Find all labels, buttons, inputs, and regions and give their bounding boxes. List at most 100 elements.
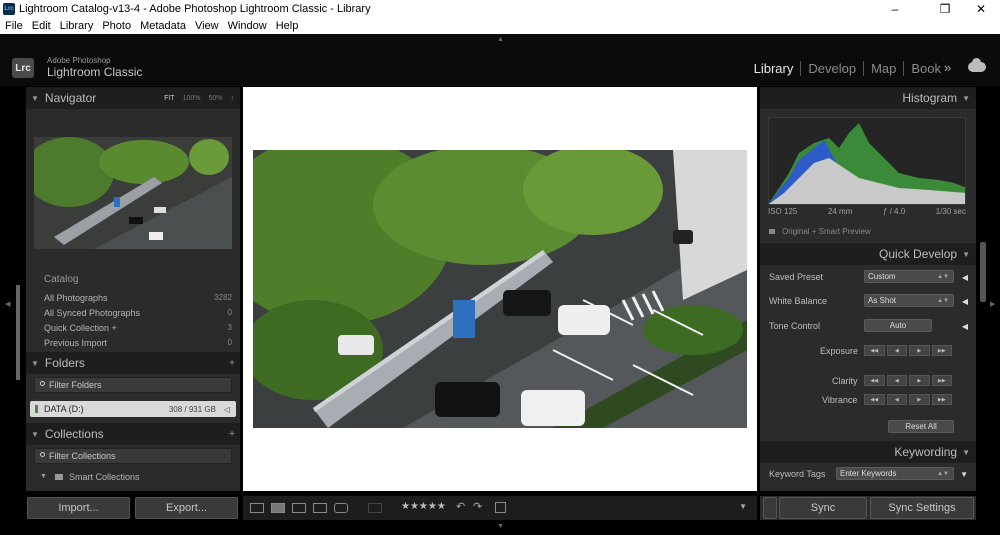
- menu-edit[interactable]: Edit: [32, 20, 51, 32]
- drive-data-d[interactable]: DATA (D:) 308 / 931 GB ◁: [30, 401, 236, 417]
- vibrance-plus-large[interactable]: ▶▶: [931, 394, 952, 405]
- navigator-header[interactable]: ▼ Navigator FIT 100% 50% ↕: [26, 87, 240, 109]
- exif-info: ISO 125 24 mm ƒ / 4.0 1/30 sec: [768, 207, 966, 219]
- toolbar: ★★★★★ ↶ ↷ ▼: [243, 496, 757, 520]
- menu-file[interactable]: File: [5, 20, 23, 32]
- histogram-graph[interactable]: [768, 117, 966, 205]
- top-panel-toggle-icon[interactable]: ▲: [497, 36, 504, 43]
- main-photo[interactable]: [253, 150, 747, 428]
- more-modules-icon[interactable]: »: [944, 60, 951, 75]
- rotate-right-icon[interactable]: ↷: [473, 500, 482, 513]
- catalog-item-previous-import[interactable]: Previous Import 0: [26, 335, 240, 350]
- star-rating[interactable]: ★★★★★: [401, 501, 446, 512]
- exposure-plus-small[interactable]: ▶: [909, 345, 930, 356]
- flag-icon[interactable]: [368, 503, 382, 513]
- smart-collections-item[interactable]: ▼ Smart Collections: [26, 469, 240, 484]
- clarity-stepper[interactable]: ◀◀ ◀ ▶ ▶▶: [864, 375, 954, 386]
- module-map[interactable]: Map: [863, 61, 903, 76]
- clarity-plus-large[interactable]: ▶▶: [931, 375, 952, 386]
- vibrance-minus-small[interactable]: ◀: [886, 394, 907, 405]
- menu-photo[interactable]: Photo: [102, 20, 131, 32]
- preview-status[interactable]: Original + Smart Preview: [760, 221, 976, 241]
- add-folder-icon[interactable]: +: [229, 358, 235, 369]
- lrc-logo: Lrc: [12, 58, 34, 78]
- triangle-down-icon: ▼: [31, 93, 39, 103]
- catalog-item-quick-collection[interactable]: Quick Collection + 3: [26, 320, 240, 335]
- auto-sync-toggle[interactable]: [763, 497, 777, 519]
- grid-view-icon[interactable]: [250, 503, 264, 513]
- drive-status-led: [35, 405, 38, 413]
- exposure-minus-large[interactable]: ◀◀: [864, 345, 885, 356]
- collections-title: Collections: [44, 427, 104, 441]
- left-panel-toggle-icon[interactable]: ◀: [5, 300, 10, 308]
- close-button[interactable]: ✕: [966, 0, 996, 18]
- clarity-row: Clarity ◀◀ ◀ ▶ ▶▶: [760, 371, 976, 391]
- triangle-down-icon[interactable]: ▼: [960, 470, 968, 479]
- clarity-minus-small[interactable]: ◀: [886, 375, 907, 386]
- survey-view-icon[interactable]: [313, 503, 327, 513]
- menu-view[interactable]: View: [195, 20, 219, 32]
- saved-preset-select[interactable]: Custom ▲▼: [864, 270, 954, 283]
- maximize-button[interactable]: ❐: [930, 0, 960, 18]
- module-library[interactable]: Library: [747, 61, 801, 76]
- reset-all-button[interactable]: Reset All: [888, 420, 954, 433]
- vibrance-stepper[interactable]: ◀◀ ◀ ▶ ▶▶: [864, 394, 954, 405]
- left-scrollbar[interactable]: [16, 285, 20, 380]
- menu-window[interactable]: Window: [228, 20, 267, 32]
- menu-metadata[interactable]: Metadata: [140, 20, 186, 32]
- vibrance-plus-small[interactable]: ▶: [909, 394, 930, 405]
- zoom-100[interactable]: 100%: [183, 95, 201, 102]
- toolbar-menu-icon[interactable]: ▼: [739, 502, 747, 511]
- catalog-header[interactable]: Catalog: [26, 273, 240, 285]
- zoom-fit[interactable]: FIT: [164, 95, 175, 102]
- keywording-header[interactable]: Keywording ▼: [760, 441, 976, 463]
- catalog-item-all-photographs[interactable]: All Photographs 3282: [26, 290, 240, 305]
- navigator-title: Navigator: [44, 91, 97, 105]
- right-panel-toggle-icon[interactable]: ▶: [990, 300, 995, 308]
- navigator-preview[interactable]: [34, 137, 232, 249]
- vibrance-minus-large[interactable]: ◀◀: [864, 394, 885, 405]
- collections-header[interactable]: ▼ Collections +: [26, 423, 240, 445]
- exposure-plus-large[interactable]: ▶▶: [931, 345, 952, 356]
- loupe-view-icon[interactable]: [271, 503, 285, 513]
- triangle-left-icon[interactable]: ◀: [962, 322, 968, 331]
- histogram-header[interactable]: Histogram ▼: [760, 87, 976, 109]
- right-scrollbar[interactable]: [980, 242, 986, 302]
- exposure-stepper[interactable]: ◀◀ ◀ ▶ ▶▶: [864, 345, 954, 356]
- module-develop[interactable]: Develop: [800, 61, 863, 76]
- clarity-minus-large[interactable]: ◀◀: [864, 375, 885, 386]
- module-book[interactable]: Book: [903, 61, 948, 76]
- people-view-icon[interactable]: [334, 503, 348, 513]
- white-balance-select[interactable]: As Shot ▲▼: [864, 294, 954, 307]
- lightroom-app-icon: Lrc: [3, 3, 15, 15]
- crop-overlay-icon[interactable]: [495, 502, 506, 513]
- quick-develop-header[interactable]: Quick Develop ▼: [760, 243, 976, 265]
- exposure-minus-small[interactable]: ◀: [886, 345, 907, 356]
- import-button[interactable]: Import...: [27, 497, 130, 519]
- main-photo-image: [253, 150, 747, 428]
- folders-header[interactable]: ▼ Folders +: [26, 352, 240, 374]
- menu-help[interactable]: Help: [276, 20, 299, 32]
- filter-collections-input[interactable]: Filter Collections: [34, 448, 232, 464]
- keyword-tags-select[interactable]: Enter Keywords ▲▼: [836, 467, 954, 480]
- histogram-svg: [769, 123, 965, 204]
- compare-view-icon[interactable]: [292, 503, 306, 513]
- catalog-item-all-synced[interactable]: All Synced Photographs 0: [26, 305, 240, 320]
- auto-tone-button[interactable]: Auto: [864, 319, 932, 332]
- sync-settings-button[interactable]: Sync Settings: [870, 497, 974, 519]
- minimize-button[interactable]: –: [880, 0, 910, 18]
- zoom-more-icon[interactable]: ↕: [231, 95, 235, 102]
- export-button[interactable]: Export...: [135, 497, 238, 519]
- clarity-plus-small[interactable]: ▶: [909, 375, 930, 386]
- cloud-sync-icon[interactable]: [968, 58, 986, 72]
- zoom-50[interactable]: 50%: [208, 95, 222, 102]
- bottom-panel-toggle-icon[interactable]: ▼: [497, 523, 504, 530]
- menu-library[interactable]: Library: [60, 20, 94, 32]
- sync-button[interactable]: Sync: [779, 497, 867, 519]
- rotate-left-icon[interactable]: ↶: [456, 500, 465, 513]
- filter-folders-input[interactable]: Filter Folders: [34, 377, 232, 393]
- triangle-left-icon[interactable]: ◀: [962, 297, 968, 306]
- keyword-tags-label: Keyword Tags: [769, 469, 826, 479]
- add-collection-icon[interactable]: +: [229, 429, 235, 440]
- triangle-left-icon[interactable]: ◀: [962, 273, 968, 282]
